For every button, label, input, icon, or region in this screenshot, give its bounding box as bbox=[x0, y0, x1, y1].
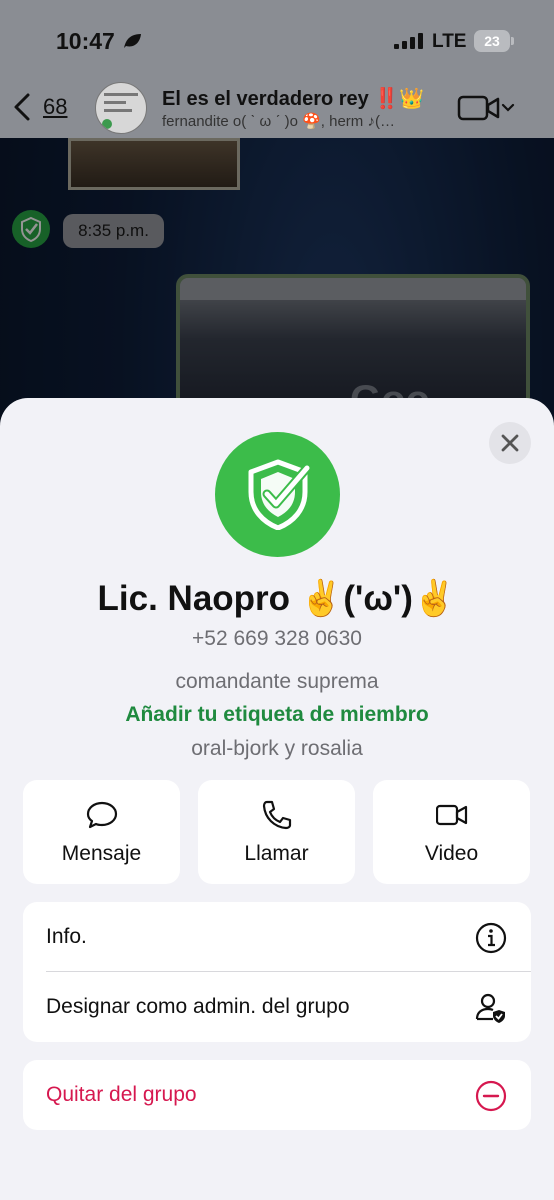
video-camera-icon bbox=[436, 804, 468, 826]
network-label: LTE bbox=[432, 31, 467, 52]
person-shield-icon bbox=[475, 993, 505, 1023]
status-bar: 10:47 LTE 23 bbox=[0, 0, 554, 78]
close-icon bbox=[501, 434, 519, 452]
shield-check-icon bbox=[248, 459, 311, 530]
options-list: Info. Designar como admin. del grupo bbox=[23, 902, 531, 1042]
battery-tip bbox=[511, 37, 514, 45]
phone-icon bbox=[262, 800, 292, 830]
make-admin-label: Designar como admin. del grupo bbox=[46, 995, 350, 1018]
battery-level: 23 bbox=[484, 33, 500, 49]
group-members[interactable]: fernandite o( ˋ ω ˊ )o 🍄, herm ♪(… bbox=[162, 112, 442, 130]
contact-about: oral-bjork y rosalia bbox=[191, 737, 363, 760]
battery-icon: 23 bbox=[474, 30, 510, 52]
chevron-left-icon[interactable] bbox=[12, 92, 32, 122]
avatar-dot bbox=[102, 119, 112, 129]
video-call-icon[interactable] bbox=[457, 94, 517, 122]
make-admin-row[interactable]: Designar como admin. del grupo bbox=[23, 972, 531, 1042]
chat-header: 68 El es el verdadero rey ‼️👑 fernandite… bbox=[0, 78, 554, 138]
avatar-line bbox=[104, 101, 126, 104]
contact-phone[interactable]: +52 669 328 0630 bbox=[0, 627, 554, 651]
remove-from-group-row[interactable]: Quitar del grupo bbox=[23, 1060, 531, 1130]
message-label: Mensaje bbox=[61, 842, 142, 865]
info-row[interactable]: Info. bbox=[23, 902, 531, 972]
message-button[interactable]: Mensaje bbox=[23, 780, 180, 884]
video-label: Video bbox=[424, 842, 479, 865]
contact-name: Lic. Naopro ✌('ω')✌ bbox=[97, 579, 457, 618]
add-member-tag-link[interactable]: Añadir tu etiqueta de miembro bbox=[0, 703, 554, 727]
group-title[interactable]: El es el verdadero rey ‼️👑 bbox=[162, 86, 424, 111]
call-label: Llamar bbox=[244, 842, 309, 865]
close-button[interactable] bbox=[489, 422, 531, 464]
info-icon bbox=[475, 922, 507, 954]
avatar-line bbox=[104, 109, 132, 112]
member-tag: comandante suprema bbox=[175, 670, 379, 693]
remove-label: Quitar del grupo bbox=[46, 1083, 197, 1106]
signal-icon bbox=[394, 33, 423, 49]
contact-avatar[interactable] bbox=[215, 432, 340, 557]
video-button[interactable]: Video bbox=[373, 780, 530, 884]
leaf-icon bbox=[124, 34, 141, 48]
status-time: 10:47 bbox=[56, 28, 115, 54]
call-button[interactable]: Llamar bbox=[198, 780, 355, 884]
info-label: Info. bbox=[46, 925, 87, 948]
avatar-line bbox=[104, 93, 138, 96]
minus-circle-icon bbox=[475, 1080, 507, 1112]
chat-bubble-icon bbox=[86, 801, 118, 829]
group-avatar[interactable] bbox=[95, 82, 147, 134]
back-unread-count[interactable]: 68 bbox=[43, 94, 67, 120]
